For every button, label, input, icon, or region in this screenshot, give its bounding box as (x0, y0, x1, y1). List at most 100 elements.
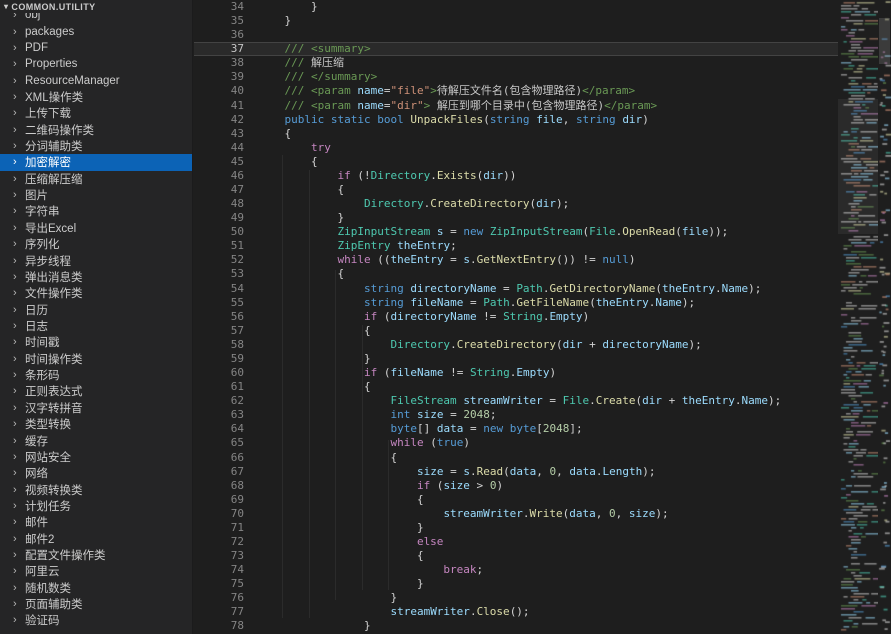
line-number[interactable]: 68 (194, 479, 258, 493)
tree-item[interactable]: ›页面辅助类 (0, 596, 192, 612)
tree-item[interactable]: ›计划任务 (0, 498, 192, 514)
tree-item[interactable]: ›序列化 (0, 236, 192, 252)
code-line[interactable]: 54 string directoryName = Path.GetDirect… (194, 282, 838, 296)
code-line[interactable]: 78 } (194, 619, 838, 633)
tree-item[interactable]: ›时间操作类 (0, 351, 192, 367)
tree-item[interactable]: ›Properties (0, 56, 192, 72)
tree-item[interactable]: ›视频转换类 (0, 481, 192, 497)
code-line[interactable]: 41 /// <param name="dir"> 解压到哪个目录中(包含物理路… (194, 99, 838, 113)
line-number[interactable]: 76 (194, 591, 258, 605)
code-line[interactable]: 75 } (194, 577, 838, 591)
line-number[interactable]: 71 (194, 521, 258, 535)
tree-item[interactable]: ›字符串 (0, 203, 192, 219)
code-line[interactable]: 60 if (fileName != String.Empty) (194, 366, 838, 380)
minimap[interactable] (838, 0, 878, 634)
code-line[interactable]: 58 Directory.CreateDirectory(dir + direc… (194, 338, 838, 352)
line-number[interactable]: 70 (194, 507, 258, 521)
code-line[interactable]: 44 try (194, 141, 838, 155)
code-line[interactable]: 46 if (!Directory.Exists(dir)) (194, 169, 838, 183)
tree-item[interactable]: ›网站安全 (0, 449, 192, 465)
code-line[interactable]: 37 /// <summary> (194, 42, 838, 56)
line-number[interactable]: 57 (194, 324, 258, 338)
tree-item[interactable]: ›packages (0, 23, 192, 39)
code-line[interactable]: 67 size = s.Read(data, 0, data.Length); (194, 465, 838, 479)
tree-item[interactable]: ›随机数类 (0, 580, 192, 596)
line-number[interactable]: 55 (194, 296, 258, 310)
line-number[interactable]: 58 (194, 338, 258, 352)
code-line[interactable]: 40 /// <param name="file">待解压文件名(包含物理路径)… (194, 84, 838, 98)
line-number[interactable]: 38 (194, 56, 258, 70)
tree-item[interactable]: ›日历 (0, 301, 192, 317)
line-number[interactable]: 52 (194, 253, 258, 267)
line-number[interactable]: 34 (194, 0, 258, 14)
code-line[interactable]: 55 string fileName = Path.GetFileName(th… (194, 296, 838, 310)
code-line[interactable]: 73 { (194, 549, 838, 563)
code-line[interactable]: 71 } (194, 521, 838, 535)
line-number[interactable]: 63 (194, 408, 258, 422)
explorer-section-header[interactable]: ▾ COMMON.UTILITY (0, 0, 192, 13)
tree-item[interactable]: ›缓存 (0, 432, 192, 448)
tree-item[interactable]: ›配置文件操作类 (0, 547, 192, 563)
tree-item[interactable]: ›PDF (0, 40, 192, 56)
line-number[interactable]: 35 (194, 14, 258, 28)
line-number[interactable]: 43 (194, 127, 258, 141)
code-editor[interactable]: 34 }35 }3637 /// <summary>38 /// 解压缩39 /… (194, 0, 838, 634)
tree-item[interactable]: ›文件操作类 (0, 285, 192, 301)
code-line[interactable]: 59 } (194, 352, 838, 366)
minimap-canvas[interactable] (838, 0, 878, 634)
tree-item[interactable]: ›日志 (0, 318, 192, 334)
line-number[interactable]: 61 (194, 380, 258, 394)
code-line[interactable]: 62 FileStream streamWriter = File.Create… (194, 394, 838, 408)
tree-item[interactable]: ›obj (0, 13, 192, 23)
line-number[interactable]: 41 (194, 99, 258, 113)
code-line[interactable]: 34 } (194, 0, 838, 14)
line-number[interactable]: 49 (194, 211, 258, 225)
code-line[interactable]: 61 { (194, 380, 838, 394)
tree-item[interactable]: ›弹出消息类 (0, 269, 192, 285)
line-number[interactable]: 51 (194, 239, 258, 253)
line-number[interactable]: 53 (194, 267, 258, 281)
line-number[interactable]: 37 (194, 42, 258, 56)
line-number[interactable]: 36 (194, 28, 258, 42)
line-number[interactable]: 75 (194, 577, 258, 591)
code-line[interactable]: 68 if (size > 0) (194, 479, 838, 493)
code-line[interactable]: 50 ZipInputStream s = new ZipInputStream… (194, 225, 838, 239)
tree-item[interactable]: ›图片 (0, 187, 192, 203)
tree-item[interactable]: ›上传下载 (0, 105, 192, 121)
line-number[interactable]: 44 (194, 141, 258, 155)
code-line[interactable]: 45 { (194, 155, 838, 169)
code-line[interactable]: 72 else (194, 535, 838, 549)
code-line[interactable]: 63 int size = 2048; (194, 408, 838, 422)
code-line[interactable]: 66 { (194, 451, 838, 465)
line-number[interactable]: 47 (194, 183, 258, 197)
tree-item[interactable]: ›网络 (0, 465, 192, 481)
code-line[interactable]: 56 if (directoryName != String.Empty) (194, 310, 838, 324)
tree-item[interactable]: ›验证码 (0, 612, 192, 628)
code-line[interactable]: 53 { (194, 267, 838, 281)
line-number[interactable]: 77 (194, 605, 258, 619)
code-line[interactable]: 52 while ((theEntry = s.GetNextEntry()) … (194, 253, 838, 267)
code-line[interactable]: 38 /// 解压缩 (194, 56, 838, 70)
scrollbar-thumb[interactable] (879, 18, 890, 64)
code-line[interactable]: 42 public static bool UnpackFiles(string… (194, 113, 838, 127)
tree-item[interactable]: ›异步线程 (0, 252, 192, 268)
overview-ruler[interactable] (878, 0, 891, 634)
line-number[interactable]: 40 (194, 84, 258, 98)
code-line[interactable]: 76 } (194, 591, 838, 605)
line-number[interactable]: 65 (194, 436, 258, 450)
line-number[interactable]: 59 (194, 352, 258, 366)
tree-item[interactable]: ›加密解密 (0, 154, 192, 170)
tree-item[interactable]: ›分词辅助类 (0, 138, 192, 154)
tree-item[interactable]: ›阿里云 (0, 563, 192, 579)
code-line[interactable]: 74 break; (194, 563, 838, 577)
code-line[interactable]: 51 ZipEntry theEntry; (194, 239, 838, 253)
code-line[interactable]: 36 (194, 28, 838, 42)
tree-item[interactable]: ›导出Excel (0, 220, 192, 236)
tree-item[interactable]: ›ResourceManager (0, 72, 192, 88)
line-number[interactable]: 45 (194, 155, 258, 169)
tree-item[interactable]: ›类型转换 (0, 416, 192, 432)
line-number[interactable]: 78 (194, 619, 258, 633)
code-line[interactable]: 70 streamWriter.Write(data, 0, size); (194, 507, 838, 521)
line-number[interactable]: 48 (194, 197, 258, 211)
tree-item[interactable]: ›条形码 (0, 367, 192, 383)
